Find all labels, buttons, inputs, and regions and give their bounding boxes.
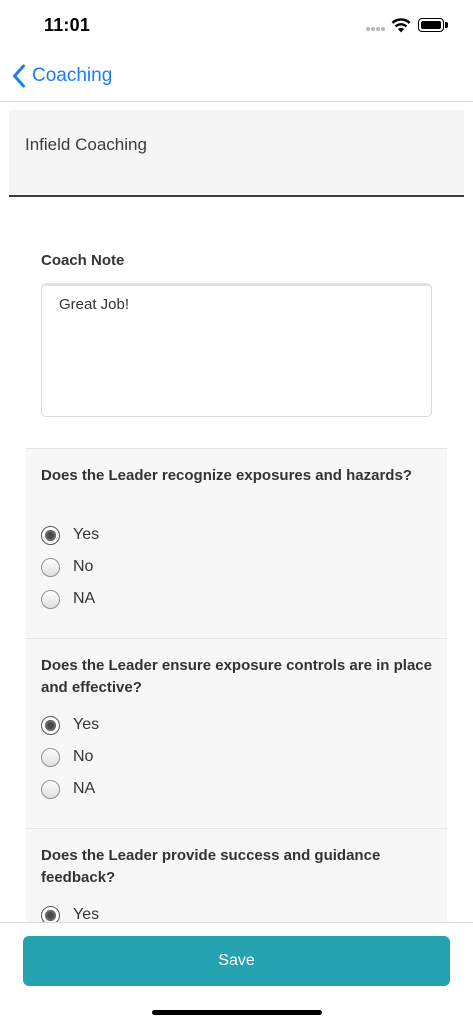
nav-bar: Coaching xyxy=(0,50,473,102)
question-text: Does the Leader ensure exposure controls… xyxy=(41,657,432,696)
status-time: 11:01 xyxy=(44,15,91,35)
option-label: No xyxy=(73,558,94,575)
option-label: NA xyxy=(73,780,96,797)
radio-button[interactable] xyxy=(41,747,60,767)
radio-button-selected[interactable] xyxy=(41,715,60,735)
question-card: Does the Leader recognize exposures and … xyxy=(26,448,447,638)
battery-icon xyxy=(418,18,448,32)
option-label: No xyxy=(73,748,94,765)
signal-dots-icon xyxy=(366,27,386,31)
option-na[interactable]: NA xyxy=(41,587,95,611)
form-header: Infield Coaching xyxy=(9,110,464,197)
status-bar: 11:01 xyxy=(0,0,473,50)
home-indicator[interactable] xyxy=(152,1010,322,1015)
footer: Save xyxy=(0,922,473,1024)
question-card: Does the Leader ensure exposure controls… xyxy=(26,638,447,828)
chevron-left-icon xyxy=(13,64,25,88)
radio-button[interactable] xyxy=(41,557,60,577)
option-label: Yes xyxy=(73,906,100,922)
option-na[interactable]: NA xyxy=(41,777,95,801)
back-label: Coaching xyxy=(32,65,113,86)
coach-note-label: Coach Note xyxy=(41,252,125,269)
option-yes[interactable]: Yes xyxy=(41,523,99,547)
option-yes[interactable]: Yes xyxy=(41,903,99,922)
option-no[interactable]: No xyxy=(41,555,93,579)
radio-button[interactable] xyxy=(41,779,60,799)
question-card: Does the Leader provide success and guid… xyxy=(26,828,447,922)
option-label: Yes xyxy=(73,526,100,543)
coach-note-input[interactable]: Great Job! xyxy=(41,283,432,417)
question-text: Does the Leader recognize exposures and … xyxy=(41,467,412,484)
save-button[interactable]: Save xyxy=(23,936,450,986)
form-title: Infield Coaching xyxy=(25,135,147,154)
question-text: Does the Leader provide success and guid… xyxy=(41,847,381,886)
wifi-icon xyxy=(391,18,411,33)
option-yes[interactable]: Yes xyxy=(41,713,99,737)
option-no[interactable]: No xyxy=(41,745,93,769)
option-label: NA xyxy=(73,590,96,607)
option-label: Yes xyxy=(73,716,100,733)
radio-button-selected[interactable] xyxy=(41,525,60,545)
back-button[interactable]: Coaching xyxy=(12,63,112,89)
radio-button-selected[interactable] xyxy=(41,905,60,922)
radio-button[interactable] xyxy=(41,589,60,609)
